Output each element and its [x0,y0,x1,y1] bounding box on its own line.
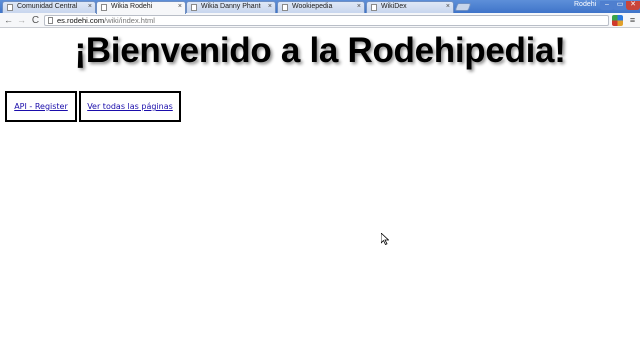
api-register-box: API - Register [5,91,77,122]
tab-wikidex[interactable]: WikiDex × [366,1,454,13]
minimize-button[interactable]: – [600,1,614,10]
tab-strip: Comunidad Central × Wikia Danny Phantom … [0,0,640,14]
all-pages-link[interactable]: Ver todas las páginas [87,102,173,111]
tab-wikia-danny-phantom[interactable]: Wikia Danny Phantom × [186,1,276,13]
tab-label: WikiDex [381,3,407,10]
tab-close-icon[interactable]: × [268,2,272,12]
tab-close-icon[interactable]: × [178,2,182,12]
tab-wookiepedia[interactable]: Wookiepedia × [277,1,365,13]
page-favicon-icon [191,4,197,11]
profile-name[interactable]: Rodehi [574,1,596,8]
tab-close-icon[interactable]: × [88,2,92,12]
page-favicon-icon [371,4,377,11]
all-pages-box: Ver todas las páginas [79,91,181,122]
page-icon [48,17,53,24]
tab-label: Comunidad Central [17,3,78,10]
api-register-link[interactable]: API - Register [14,102,68,111]
menu-icon[interactable]: ≡ [628,15,637,26]
page-favicon-icon [7,4,13,11]
page-favicon-icon [101,4,107,11]
tab-wikia-rodehi[interactable]: Wikia Rodehi × [96,1,186,14]
address-bar[interactable]: es.rodehi.com/wiki/index.html [44,15,609,26]
back-button[interactable]: ← [3,15,14,26]
close-window-button[interactable]: ✕ [626,1,640,10]
extension-icon[interactable] [612,15,623,26]
tab-label: Wikia Danny Phantom [201,3,261,10]
tab-close-icon[interactable]: × [446,2,450,12]
browser-toolbar: ← → C es.rodehi.com/wiki/index.html ≡ [0,13,640,28]
forward-button[interactable]: → [16,15,27,26]
new-tab-button[interactable] [454,3,472,11]
maximize-button[interactable]: ▭ [613,1,627,10]
reload-button[interactable]: C [30,15,41,26]
tab-close-icon[interactable]: × [357,2,361,12]
url-domain: es.rodehi.com [57,16,105,25]
tab-comunidad-central[interactable]: Comunidad Central × [2,1,96,13]
tab-label: Wookiepedia [292,3,333,10]
page-favicon-icon [282,4,288,11]
page-title: ¡Bienvenido a la Rodehipedia! [74,31,566,70]
tab-label: Wikia Rodehi [111,3,153,10]
url-path: /wiki/index.html [104,16,155,25]
